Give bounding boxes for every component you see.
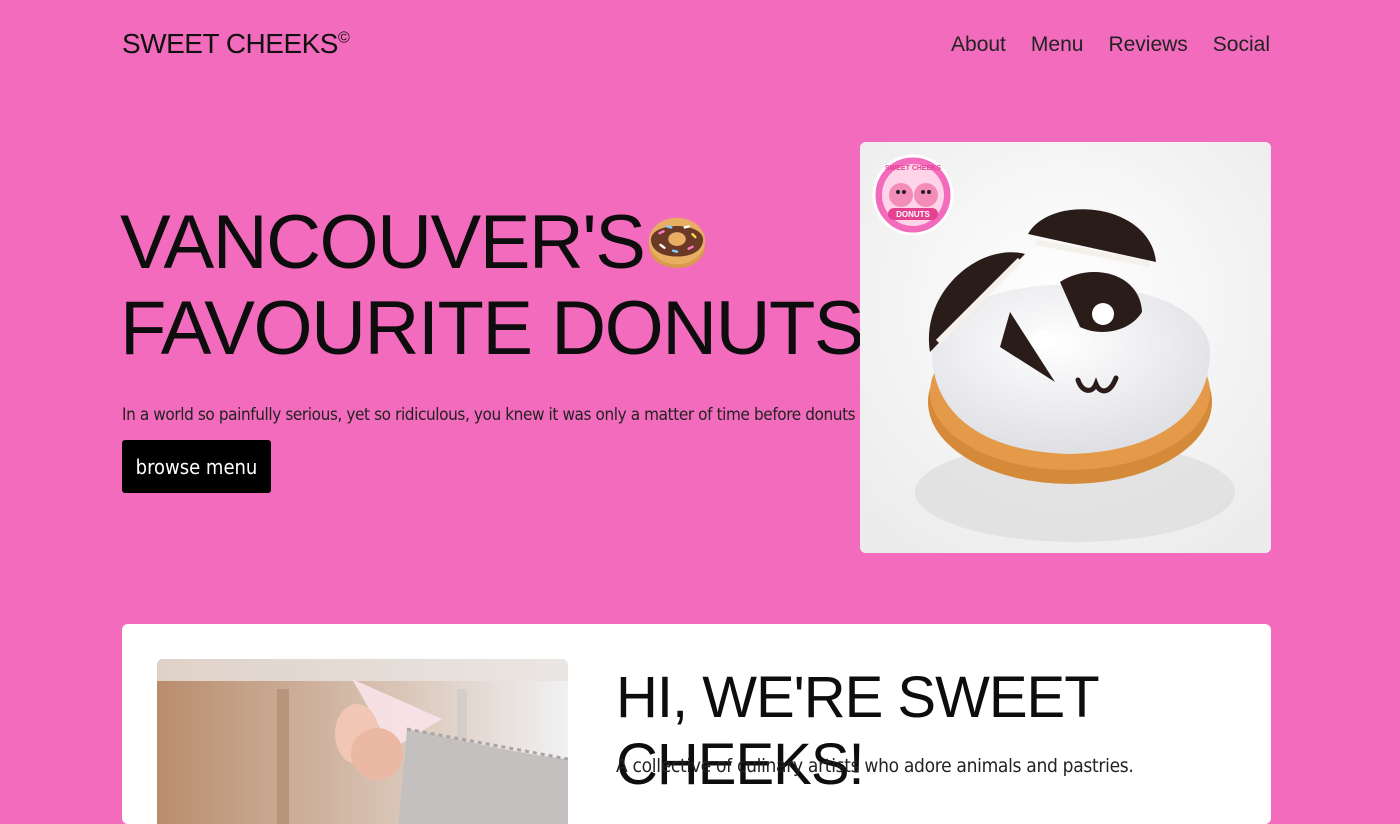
badge-brand-text: SWEET CHEEKS [885, 165, 941, 172]
badge-donuts-text: DONUTS [896, 210, 930, 219]
donut-icon [649, 217, 706, 269]
nav-about[interactable]: About [951, 33, 1006, 57]
sweet-cheeks-badge: DONUTS SWEET CHEEKS [872, 154, 954, 236]
nav-menu[interactable]: Menu [1031, 33, 1084, 57]
hero-subtitle: In a world so painfully serious, yet so … [122, 405, 935, 425]
about-title: HI, WE'RE SWEET CHEEKS! [616, 665, 1099, 797]
hero-title-line1: VANCOUVER'S [120, 200, 646, 285]
brand-name: SWEET CHEEKS [122, 28, 338, 59]
about-section: HI, WE'RE SWEET CHEEKS! A collective of … [122, 624, 1271, 824]
main-nav: About Menu Reviews Social [951, 33, 1270, 57]
brand-logo[interactable]: SWEET CHEEKS© [122, 28, 350, 60]
hero-title-line2: FAVOURITE DONUTS [120, 286, 865, 371]
nav-reviews[interactable]: Reviews [1108, 33, 1187, 57]
nav-social[interactable]: Social [1213, 33, 1270, 57]
brand-mark: © [337, 29, 350, 47]
about-subtitle: A collective of culinary artists who ado… [616, 755, 1134, 777]
browse-menu-button[interactable]: browse menu [122, 440, 271, 493]
hero-title: VANCOUVER'S FAVOURITE DONUTS [120, 200, 865, 372]
hero-donut-image: DONUTS SWEET CHEEKS [860, 142, 1271, 553]
about-baker-image [157, 659, 568, 824]
